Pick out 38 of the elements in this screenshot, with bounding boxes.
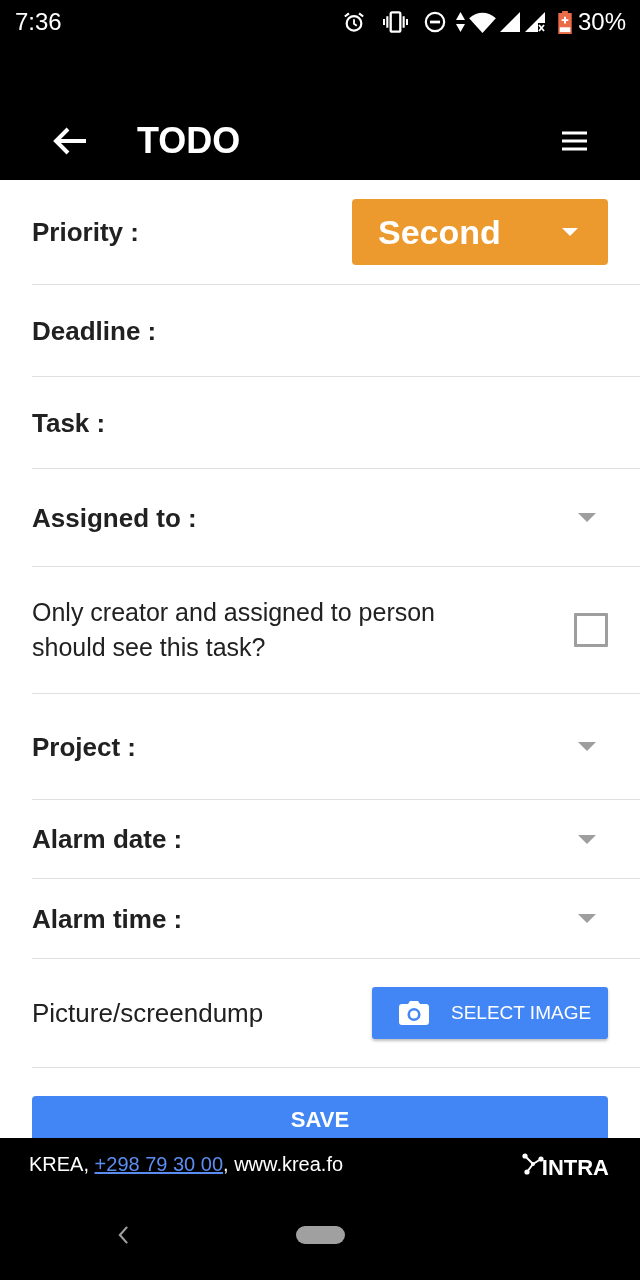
signal-icon bbox=[499, 12, 520, 32]
select-image-button[interactable]: SELECT IMAGE bbox=[372, 987, 608, 1039]
app-bar-title: TODO bbox=[137, 119, 241, 163]
caret-icon[interactable] bbox=[578, 914, 596, 923]
vibrate-icon bbox=[382, 11, 408, 33]
footer-contact-text: KREA, +298 79 30 00, www.krea.fo bbox=[29, 1152, 344, 1177]
checkbox[interactable] bbox=[574, 613, 608, 647]
phone-link[interactable]: +298 79 30 00 bbox=[94, 1153, 224, 1175]
priority-dropdown[interactable]: Second bbox=[352, 199, 608, 265]
alarm-clock-icon bbox=[342, 11, 365, 33]
caret-icon[interactable] bbox=[578, 742, 596, 751]
data-arrows-icon bbox=[455, 12, 465, 32]
caret-icon[interactable] bbox=[578, 513, 596, 522]
clock-time: 7:36 bbox=[15, 7, 62, 37]
field-label: Only creator and assigned to person should see this task? bbox=[32, 597, 436, 663]
signal-x-icon bbox=[524, 12, 545, 32]
field-label: Priority : bbox=[32, 216, 139, 248]
field-label: Task : bbox=[32, 406, 106, 439]
do-not-disturb-icon bbox=[423, 11, 446, 33]
caret-icon[interactable] bbox=[578, 834, 596, 844]
field-label: Deadline : bbox=[32, 314, 157, 347]
chevron-left-icon bbox=[117, 1226, 129, 1244]
save-button[interactable]: SAVE bbox=[32, 1096, 608, 1138]
menu-icon bbox=[561, 131, 587, 151]
field-label: Picture/screendump bbox=[32, 996, 264, 1030]
field-label: Alarm time : bbox=[32, 902, 183, 935]
field-label: Assigned to : bbox=[32, 501, 197, 534]
wifi-icon bbox=[468, 11, 496, 33]
battery-icon bbox=[557, 10, 572, 34]
back-arrow-icon bbox=[52, 126, 88, 156]
nodes-icon bbox=[521, 1153, 544, 1175]
home-button[interactable] bbox=[296, 1226, 345, 1244]
camera-icon bbox=[399, 1001, 429, 1025]
field-label: Project : bbox=[32, 730, 137, 763]
battery-percent: 30% bbox=[577, 7, 626, 37]
caret-icon[interactable] bbox=[562, 228, 578, 236]
field-label: Alarm date : bbox=[32, 823, 183, 855]
logo-text: INTRA bbox=[541, 1153, 609, 1182]
